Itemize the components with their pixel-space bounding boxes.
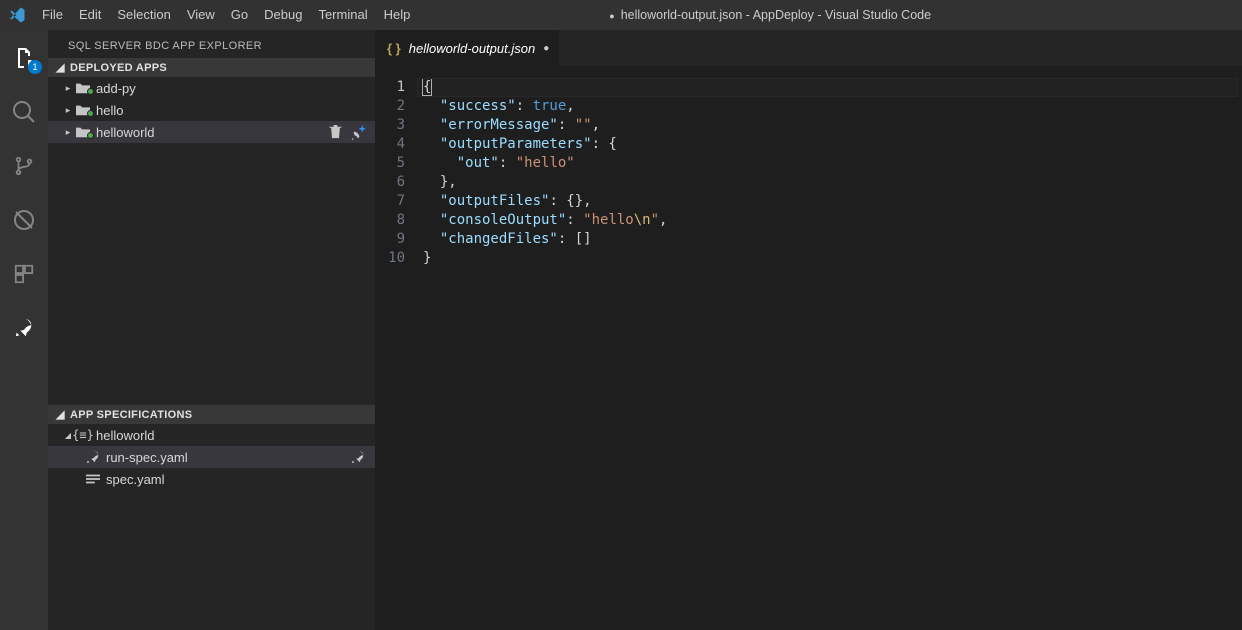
folder-icon — [74, 126, 92, 138]
app-spec-file-row[interactable]: spec.yaml — [48, 468, 375, 490]
search-icon — [12, 100, 36, 124]
spec-icon: {≡} — [74, 428, 92, 442]
activity-source-control[interactable] — [0, 146, 48, 186]
delete-icon[interactable] — [329, 125, 345, 140]
deploy-sparkle-icon[interactable] — [351, 125, 367, 140]
menu-bar: File Edit Selection View Go Debug Termin… — [0, 0, 1242, 30]
deployed-app-label: helloworld — [92, 125, 155, 140]
explorer-badge: 1 — [28, 60, 42, 74]
chevron-right-icon: ▸ — [62, 83, 74, 94]
activity-debug[interactable] — [0, 200, 48, 240]
activity-extensions[interactable] — [0, 254, 48, 294]
deployed-app-row[interactable]: ▸ helloworld — [48, 121, 375, 143]
folder-icon — [74, 82, 92, 94]
deployed-app-row[interactable]: ▸ add-py — [48, 77, 375, 99]
app-spec-root[interactable]: ◢ {≡} helloworld — [48, 424, 375, 446]
run-icon[interactable] — [351, 450, 367, 464]
menu-edit[interactable]: Edit — [71, 0, 109, 30]
deployed-apps-header[interactable]: ◢ DEPLOYED APPS — [48, 58, 375, 77]
app-specifications-header[interactable]: ◢ APP SPECIFICATIONS — [48, 405, 375, 424]
menu-debug[interactable]: Debug — [256, 0, 310, 30]
menu-view[interactable]: View — [179, 0, 223, 30]
panel-title: SQL SERVER BDC APP EXPLORER — [48, 30, 375, 58]
app-spec-file-label: spec.yaml — [102, 472, 165, 487]
modified-indicator-icon — [609, 8, 620, 22]
code-area[interactable]: { "success": true, "errorMessage": "", "… — [423, 78, 1242, 630]
editor-tab[interactable]: { } helloworld-output.json ● — [375, 30, 560, 66]
menu-go[interactable]: Go — [223, 0, 256, 30]
app-spec-root-label: helloworld — [92, 428, 155, 443]
chevron-down-icon: ◢ — [56, 408, 70, 421]
activity-bar: 1 — [0, 30, 48, 630]
menu-selection[interactable]: Selection — [109, 0, 178, 30]
deployed-app-label: add-py — [92, 81, 136, 96]
rocket-icon — [13, 317, 35, 339]
line-number-gutter: 1 2 3 4 5 6 7 8 9 10 — [375, 78, 423, 630]
window-title: helloworld-output.json - AppDeploy - Vis… — [418, 8, 1242, 22]
yaml-icon — [84, 473, 102, 485]
activity-app-deploy[interactable] — [0, 308, 48, 348]
app-spec-file-row[interactable]: run-spec.yaml — [48, 446, 375, 468]
folder-icon — [74, 104, 92, 116]
menu-file[interactable]: File — [34, 0, 71, 30]
branch-icon — [13, 155, 35, 177]
run-spec-icon — [84, 450, 102, 464]
tab-modified-icon: ● — [543, 43, 549, 54]
editor-group: { } helloworld-output.json ● 1 2 3 4 5 6… — [375, 30, 1242, 630]
menu-help[interactable]: Help — [376, 0, 419, 30]
vscode-logo-icon — [0, 6, 34, 24]
json-icon: { } — [387, 41, 401, 56]
deployed-app-label: hello — [92, 103, 123, 118]
editor-body[interactable]: 1 2 3 4 5 6 7 8 9 10 { "success": true, … — [375, 66, 1242, 630]
menu-terminal[interactable]: Terminal — [310, 0, 375, 30]
chevron-right-icon: ▸ — [62, 105, 74, 116]
deployed-app-row[interactable]: ▸ hello — [48, 99, 375, 121]
bug-icon — [12, 208, 36, 232]
activity-explorer[interactable]: 1 — [0, 38, 48, 78]
tab-label: helloworld-output.json — [409, 41, 535, 56]
editor-tabs: { } helloworld-output.json ● — [375, 30, 1242, 66]
activity-search[interactable] — [0, 92, 48, 132]
side-panel: SQL SERVER BDC APP EXPLORER ◢ DEPLOYED A… — [48, 30, 375, 630]
extensions-icon — [13, 263, 35, 285]
chevron-down-icon: ◢ — [56, 61, 70, 74]
chevron-right-icon: ▸ — [62, 127, 74, 138]
app-spec-file-label: run-spec.yaml — [102, 450, 188, 465]
